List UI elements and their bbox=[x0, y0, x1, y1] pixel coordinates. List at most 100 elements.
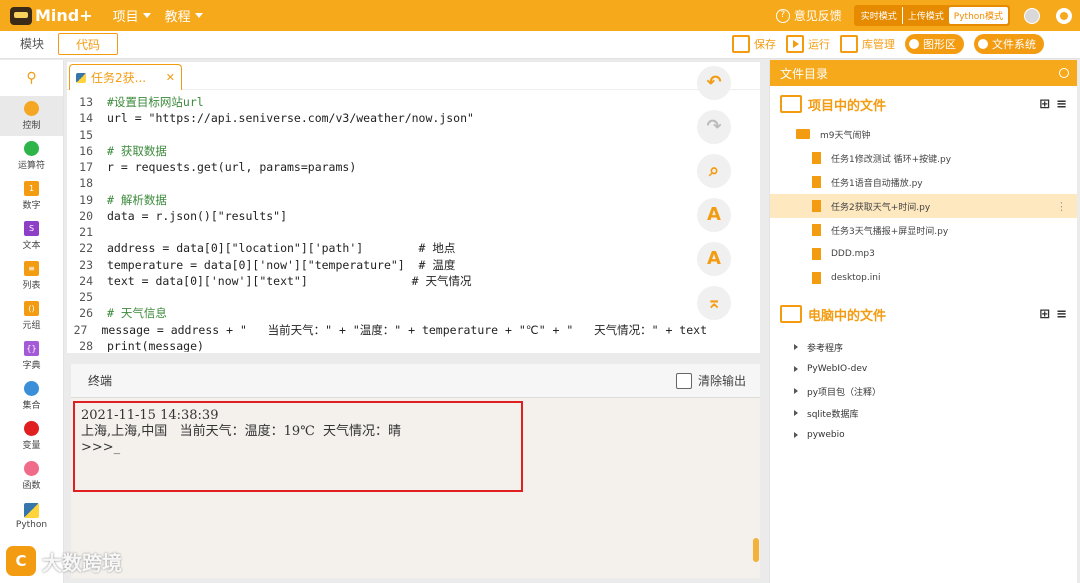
file-label: 任务1语音自动播放.py bbox=[831, 178, 923, 189]
code-text: r = requests.get(url, params=params) bbox=[107, 160, 357, 174]
pc-files-actions: ⊞ ≡ bbox=[1033, 307, 1067, 322]
sidebar-item-tuple[interactable]: () 元组 bbox=[0, 296, 63, 336]
code-text: address = data[0]["location"]['path'] # … bbox=[107, 241, 456, 256]
file-item[interactable]: 任务1语音自动播放.py bbox=[770, 170, 1077, 194]
library-label: 库管理 bbox=[862, 38, 895, 51]
save-button[interactable]: 保存 bbox=[732, 35, 776, 53]
code-line: 22 address = data[0]["location"]['path'] … bbox=[67, 240, 707, 256]
file-label: DDD.mp3 bbox=[831, 249, 875, 259]
file-icon bbox=[812, 272, 821, 284]
file-directory-header: 文件目录 bbox=[770, 60, 1077, 86]
file-label: 任务3天气播报+屏显时间.py bbox=[831, 226, 949, 237]
code-area[interactable]: 13 #设置目标网站url 14 url = "https://api.seniver… bbox=[67, 94, 707, 352]
menu-tutorial-label: 教程 bbox=[164, 10, 191, 25]
graphics-button[interactable]: 图形区 bbox=[905, 34, 964, 54]
clear-output-label: 清除输出 bbox=[697, 374, 746, 388]
gear-icon[interactable] bbox=[1056, 7, 1072, 24]
avatar[interactable] bbox=[1024, 7, 1040, 24]
add-file-icon[interactable]: ⊞ bbox=[1039, 97, 1050, 112]
operators-icon bbox=[24, 141, 39, 156]
tuple-icon: () bbox=[24, 301, 39, 316]
clear-output-button[interactable]: 清除输出 bbox=[675, 372, 746, 389]
code-line: 13 #设置目标网站url bbox=[67, 94, 707, 110]
undo-icon[interactable]: ↶ bbox=[697, 66, 731, 100]
file-item[interactable]: 任务2获取天气+时间.py ⋮ bbox=[770, 194, 1077, 218]
terminal-output[interactable]: 2021-11-15 14:38:39 上海,上海,中国 当前天气：温度：19℃… bbox=[71, 398, 760, 578]
sidebar-item-variable[interactable]: 变量 bbox=[0, 416, 63, 456]
mode-python[interactable]: Python模式 bbox=[948, 7, 1008, 24]
watermark: C 大数跨境 bbox=[6, 546, 122, 576]
menu-tutorial[interactable]: 教程 bbox=[165, 6, 203, 25]
scroll-top-icon[interactable]: ⌅ bbox=[697, 286, 731, 320]
file-item[interactable]: desktop.ini bbox=[770, 266, 1077, 290]
file-tab[interactable]: 任务2获... ✕ bbox=[69, 64, 182, 90]
folder-item[interactable]: m9天气闹钟 bbox=[770, 122, 1077, 146]
redo-icon[interactable]: ↷ bbox=[697, 110, 731, 144]
line-number: 20 bbox=[79, 208, 93, 223]
search-icon[interactable]: ⚲ bbox=[0, 60, 63, 96]
code-text: text = data[0]['now']["text"] # 天气情况 bbox=[107, 273, 472, 288]
mode-realtime[interactable]: 实时模式 bbox=[856, 7, 902, 24]
number-icon: 1 bbox=[24, 181, 39, 196]
pc-files-section: 电脑中的文件 ⊞ ≡ bbox=[770, 296, 1077, 332]
menu-icon[interactable]: ≡ bbox=[1056, 307, 1067, 322]
project-files-title: 项目中的文件 bbox=[808, 98, 887, 114]
sidebar-item-list[interactable]: ≡ 列表 bbox=[0, 256, 63, 296]
file-directory-panel: 文件目录 项目中的文件 ⊞ ≡ m9天气闹钟 任务1修改测试 循环+按键.py 任… bbox=[769, 60, 1077, 583]
pc-folder-item[interactable]: 参考程序 bbox=[770, 336, 1077, 358]
code-line: 16 # 获取数据 bbox=[67, 143, 707, 159]
filesystem-button[interactable]: 文件系统 bbox=[974, 34, 1044, 54]
sidebar-item-operators[interactable]: 运算符 bbox=[0, 136, 63, 176]
line-number: 27 bbox=[73, 322, 88, 337]
search-code-icon[interactable]: ⌕ bbox=[697, 154, 731, 188]
file-item[interactable]: DDD.mp3 bbox=[770, 242, 1077, 266]
code-text: data = r.json()["results"] bbox=[107, 208, 288, 223]
sidebar-item-control[interactable]: 控制 bbox=[0, 96, 63, 136]
more-options-icon[interactable]: ⋮ bbox=[1056, 200, 1067, 213]
zoom-out-font-icon[interactable]: A bbox=[697, 242, 731, 276]
feedback-button[interactable]: ? 意见反馈 bbox=[775, 7, 842, 24]
chevron-right-icon bbox=[794, 344, 798, 350]
pc-folder-item[interactable]: PyWebIO-dev bbox=[770, 358, 1077, 380]
pc-folder-item[interactable]: pywebio bbox=[770, 424, 1077, 446]
refresh-icon[interactable] bbox=[1059, 68, 1069, 78]
code-line: 20 data = r.json()["results"] bbox=[67, 208, 707, 224]
code-text: # 获取数据 bbox=[107, 143, 167, 158]
run-label: 运行 bbox=[808, 38, 830, 51]
pc-folder-item[interactable]: py项目包（注释） bbox=[770, 380, 1077, 402]
add-file-icon[interactable]: ⊞ bbox=[1039, 307, 1050, 322]
line-number: 25 bbox=[79, 290, 93, 304]
editor-tools: ↶ ↷ ⌕ A A ⌅ bbox=[697, 66, 737, 330]
sidebar-item-number[interactable]: 1 数字 bbox=[0, 176, 63, 216]
code-text: # 天气信息 bbox=[107, 306, 167, 321]
app-logo[interactable]: Mind+ bbox=[10, 6, 93, 25]
line-number: 19 bbox=[79, 192, 93, 207]
library-button[interactable]: 库管理 bbox=[840, 35, 895, 53]
sidebar-item-label: 数字 bbox=[22, 201, 41, 211]
sidebar-item-text[interactable]: S 文本 bbox=[0, 216, 63, 256]
sidebar-item-label: 文本 bbox=[22, 241, 41, 251]
sidebar-item-dict[interactable]: {} 字典 bbox=[0, 336, 63, 376]
menu-project[interactable]: 项目 bbox=[113, 6, 151, 25]
pc-folder-item[interactable]: sqlite数据库 bbox=[770, 402, 1077, 424]
close-icon[interactable]: ✕ bbox=[166, 71, 175, 84]
run-button[interactable]: 运行 bbox=[786, 35, 830, 53]
file-item[interactable]: 任务3天气播报+屏显时间.py bbox=[770, 218, 1077, 242]
file-item[interactable]: 任务1修改测试 循环+按键.py bbox=[770, 146, 1077, 170]
code-text: message = address + " 当前天气：" + "温度：" + t… bbox=[101, 322, 707, 337]
sidebar-item-python[interactable]: Python bbox=[0, 496, 63, 536]
folder-icon bbox=[796, 129, 810, 139]
scrollbar[interactable] bbox=[753, 538, 759, 562]
computer-icon bbox=[780, 305, 802, 323]
menu-icon[interactable]: ≡ bbox=[1056, 97, 1067, 112]
tab-blocks[interactable]: 模块 bbox=[2, 33, 62, 55]
code-editor: 任务2获... ✕ 13 #设置目标网站url 14 url = "https://a… bbox=[67, 62, 760, 353]
zoom-in-font-icon[interactable]: A bbox=[697, 198, 731, 232]
mode-upload[interactable]: 上传模式 bbox=[901, 7, 949, 24]
graphics-label: 图形区 bbox=[923, 38, 956, 51]
watermark-text: 大数跨境 bbox=[42, 550, 122, 575]
sidebar-item-function[interactable]: 函数 bbox=[0, 456, 63, 496]
sidebar-item-set[interactable]: 集合 bbox=[0, 376, 63, 416]
tab-code[interactable]: 代码 bbox=[58, 33, 118, 55]
file-icon bbox=[812, 248, 821, 260]
